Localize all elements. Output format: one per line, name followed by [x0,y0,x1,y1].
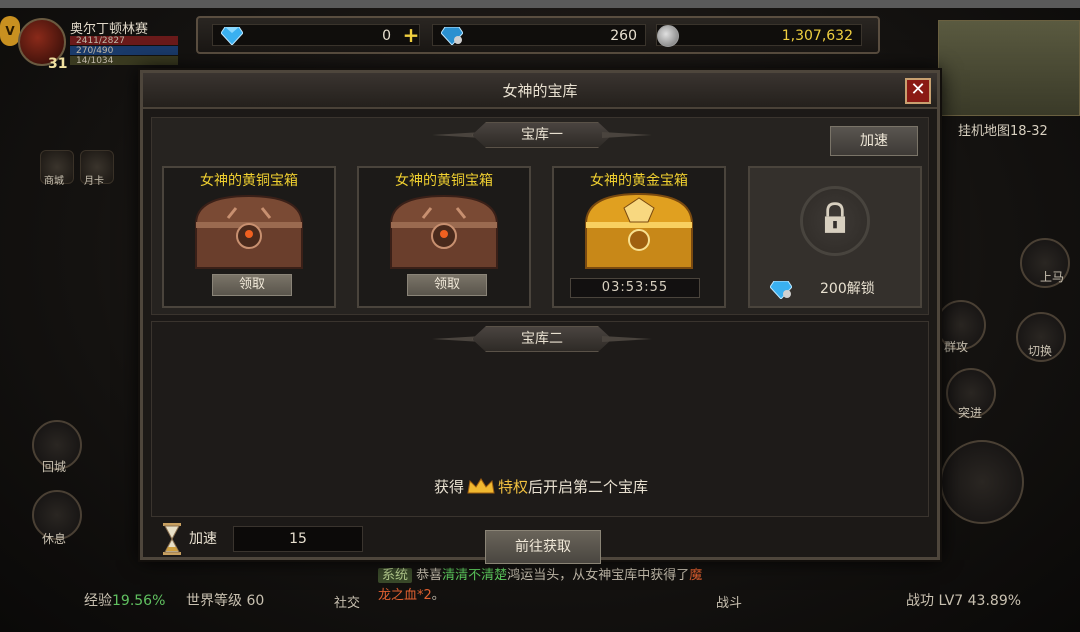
unlock-cost: 200解锁 [770,278,900,300]
player-name: 奥尔丁顿林赛 [70,22,149,37]
mount-label: 上马 [1040,270,1065,284]
diamond-slot: 0 + [212,24,420,46]
minimap[interactable] [938,20,1080,116]
chest-countdown-timer: 03:53:55 [570,278,700,298]
vault-one-title: 宝库一 [521,127,563,143]
social-button[interactable]: 社交 [334,592,360,611]
vip-badge[interactable]: V [0,16,20,46]
map-name: 挂机地图18-32 [958,124,1048,139]
world-level: 世界等级 60 [186,593,265,609]
unlock-cost-text: 200解锁 [820,281,875,297]
lock-icon [824,202,846,233]
shop-label: 商城 [44,176,64,187]
speed-up-button[interactable]: 加速 [830,126,918,156]
bound-diamond-icon [441,27,463,45]
chest-name: 女神的黄铜宝箱 [200,173,298,189]
currency-bar: 0 + 260 1,307,632 [196,16,880,54]
locked-chest-slot[interactable]: 200解锁 [748,166,922,308]
chat-channel-tag: 系统 [378,568,413,583]
dialog-title-bar: 女神的宝库 ✕ [143,73,937,109]
bound-diamond-slot: 260 [432,24,646,46]
chest-name: 女神的黄金宝箱 [590,173,688,189]
bronze-chest-icon [389,194,499,269]
bronze-chest-card-1[interactable]: 女神的黄铜宝箱 领取 [162,166,336,308]
add-diamond-icon[interactable]: + [401,24,421,46]
speed-item-count: 15 [233,526,363,552]
claim-button[interactable]: 领取 [212,274,292,296]
silver-coin-icon [657,25,679,47]
exp-text: 14/1034 [76,56,114,66]
speed-item-row: 加速 15 [151,523,929,555]
bronze-chest-card-2[interactable]: 女神的黄铜宝箱 领取 [357,166,531,308]
chest-name: 女神的黄铜宝箱 [395,173,493,189]
hourglass-icon [163,523,181,555]
system-chat-message[interactable]: 系统 恭喜清清不清楚鸿运当头，从女神宝库中获得了魔龙之血*2。 [378,566,708,610]
rest-label: 休息 [42,532,67,546]
goddess-vault-dialog: 女神的宝库 ✕ 宝库一 加速 女神的黄铜宝箱 领取 女神的黄铜宝箱 领取 女神的… [140,70,940,564]
dash-label: 突进 [958,406,983,420]
claim-button[interactable]: 领取 [407,274,487,296]
vault-one-panel: 宝库一 加速 女神的黄铜宝箱 领取 女神的黄铜宝箱 领取 女神的黄金宝箱 03:… [151,117,929,315]
diamond-icon [221,27,243,45]
dialog-title: 女神的宝库 [502,82,578,100]
vault-one-header: 宝库一 [432,122,652,150]
main-attack-button[interactable] [940,440,1024,524]
vault-two-header: 宝库二 [432,326,652,354]
status-strip [0,0,1080,8]
bronze-chest-icon [194,194,304,269]
gold-chest-card[interactable]: 女神的黄金宝箱 03:53:55 [552,166,726,308]
battle-merit: 战功 LV7 43.89% [906,593,1022,609]
player-level: 31 [48,56,68,72]
diamond-amount: 0 [382,28,391,44]
monthly-card-label: 月卡 [84,176,104,187]
aoe-attack-label: 群攻 [944,340,969,354]
close-button[interactable]: ✕ [905,78,931,104]
lock-emblem [800,186,870,256]
silver-slot: 1,307,632 [656,24,862,47]
gold-chest-icon [584,192,694,269]
mp-text: 270/490 [76,46,114,56]
bound-diamond-icon [770,281,792,299]
hp-text: 2411/2827 [76,36,125,46]
switch-target-label: 切换 [1028,344,1053,358]
speed-item-label: 加速 [189,531,217,547]
silver-amount: 1,307,632 [781,28,853,44]
exp-percent: 经验19.56% [84,593,166,609]
vault-two-panel: 宝库二 获得 特权后开启第二个宝库 前往获取 [151,321,929,564]
privilege-crown-icon [467,478,495,494]
privilege-requirement-text: 获得 特权后开启第二个宝库 [433,478,649,496]
return-city-label: 回城 [42,460,67,474]
vault-two-title: 宝库二 [521,331,563,347]
bound-diamond-amount: 260 [610,28,637,44]
battle-button[interactable]: 战斗 [716,592,742,611]
